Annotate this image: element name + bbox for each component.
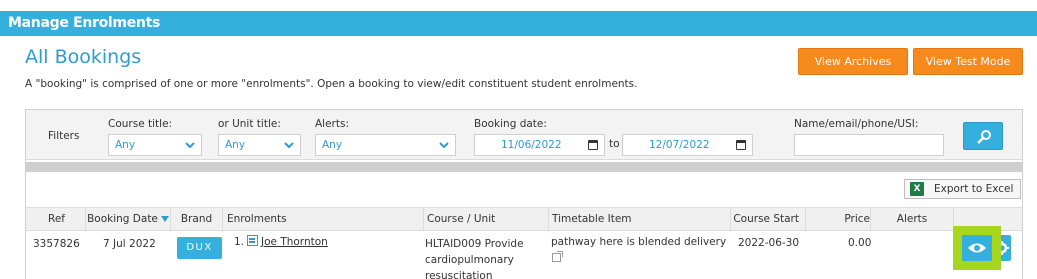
row-timetable-item: pathway here is blended delivery bbox=[551, 236, 727, 248]
chevron-down-icon bbox=[439, 142, 449, 149]
table-header: Ref Booking Date Brand Enrolments Course… bbox=[26, 207, 1022, 231]
unit-title-select[interactable]: Any bbox=[218, 134, 301, 156]
view-booking-button[interactable] bbox=[962, 235, 992, 261]
date-to-label: to bbox=[609, 138, 620, 150]
course-title-select[interactable]: Any bbox=[108, 134, 202, 156]
booking-date-from-input[interactable]: 11/06/2022 bbox=[474, 134, 605, 156]
col-brand[interactable]: Brand bbox=[171, 208, 223, 230]
export-excel-button[interactable]: X Export to Excel bbox=[904, 179, 1021, 199]
col-enrolments[interactable]: Enrolments bbox=[223, 208, 424, 230]
booking-date-label: Booking date: bbox=[474, 118, 547, 130]
calendar-icon[interactable] bbox=[588, 140, 598, 150]
unit-title-value: Any bbox=[225, 139, 246, 151]
filters-label: Filters bbox=[48, 130, 80, 142]
course-title-value: Any bbox=[115, 139, 136, 151]
col-booking-date[interactable]: Booking Date bbox=[86, 208, 171, 230]
eye-icon bbox=[968, 243, 986, 253]
row-course-start: 2022-06-30 bbox=[738, 237, 800, 249]
search-icon bbox=[977, 130, 991, 144]
col-booking-date-label: Booking Date bbox=[87, 213, 158, 225]
row-ref: 3357826 bbox=[33, 238, 80, 250]
unit-title-label: or Unit title: bbox=[218, 118, 281, 130]
row-course-unit: HLTAID009 Provide cardiopulmonary resusc… bbox=[425, 238, 524, 279]
col-ref[interactable]: Ref bbox=[26, 208, 86, 230]
filters-row: Filters Course title: Any or Unit title:… bbox=[26, 110, 1022, 160]
date-to-value: 12/07/2022 bbox=[649, 139, 710, 151]
search-button[interactable] bbox=[963, 122, 1003, 150]
excel-icon: X bbox=[910, 182, 924, 196]
row-booking-date: 7 Jul 2022 bbox=[103, 238, 156, 250]
view-archives-button[interactable]: View Archives bbox=[798, 48, 908, 75]
course-title-label: Course title: bbox=[108, 118, 173, 130]
col-timetable-item[interactable]: Timetable Item bbox=[549, 208, 731, 230]
search-input[interactable] bbox=[794, 134, 944, 156]
chevron-down-icon bbox=[284, 142, 294, 149]
page-title: All Bookings bbox=[25, 46, 142, 68]
sort-desc-icon bbox=[160, 216, 169, 222]
view-test-mode-button[interactable]: View Test Mode bbox=[913, 48, 1023, 75]
external-link-icon[interactable] bbox=[552, 251, 563, 262]
enrolment-number: 1. bbox=[234, 236, 245, 248]
chevron-down-icon bbox=[185, 142, 195, 149]
divider-strip bbox=[26, 162, 1022, 172]
student-card-icon bbox=[247, 235, 258, 246]
view-booking-highlight bbox=[953, 226, 1001, 270]
page-description: A "booking" is comprised of one or more … bbox=[25, 78, 638, 90]
bookings-panel: Filters Course title: Any or Unit title:… bbox=[25, 109, 1023, 279]
col-alerts[interactable]: Alerts bbox=[871, 208, 954, 230]
date-from-value: 11/06/2022 bbox=[501, 139, 562, 151]
alerts-value: Any bbox=[322, 139, 343, 151]
alerts-select[interactable]: Any bbox=[315, 134, 456, 156]
booking-date-to-input[interactable]: 12/07/2022 bbox=[622, 134, 753, 156]
alerts-filter-label: Alerts: bbox=[315, 118, 350, 130]
col-price[interactable]: Price bbox=[806, 208, 871, 230]
calendar-icon[interactable] bbox=[736, 140, 746, 150]
page-header-bar: Manage Enrolments bbox=[0, 11, 1037, 36]
row-price: 0.00 bbox=[848, 237, 872, 249]
col-course-start[interactable]: Course Start bbox=[731, 208, 806, 230]
search-field-label: Name/email/phone/USI: bbox=[794, 118, 919, 130]
brand-badge: DUX bbox=[177, 237, 222, 259]
export-excel-label: Export to Excel bbox=[934, 183, 1014, 195]
enrolment-student-link[interactable]: Joe Thornton bbox=[261, 236, 328, 248]
col-course-unit[interactable]: Course / Unit bbox=[424, 208, 549, 230]
